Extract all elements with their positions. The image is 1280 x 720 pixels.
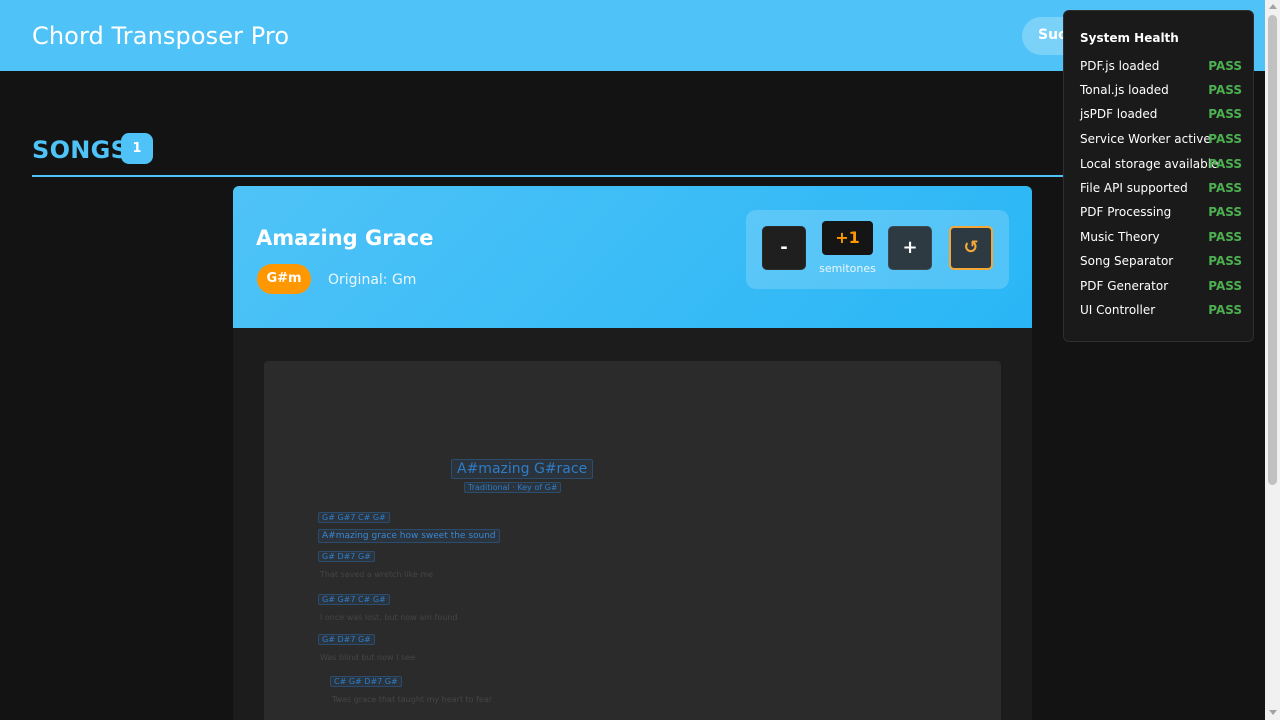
health-check-label: UI Controller: [1080, 303, 1156, 317]
health-row: Local storage available PASS: [1080, 157, 1242, 173]
health-check-status: PASS: [1208, 107, 1242, 121]
health-check-status: PASS: [1208, 254, 1242, 268]
scroll-down-arrow-icon[interactable]: [1269, 710, 1277, 715]
lyric-line: I once was lost, but now am found: [320, 613, 458, 622]
health-check-status: PASS: [1208, 157, 1242, 171]
health-check-status: PASS: [1208, 205, 1242, 219]
song-card: Amazing Grace G#m Original: Gm - +1 semi…: [233, 186, 1032, 720]
health-row: Tonal.js loaded PASS: [1080, 83, 1242, 99]
health-check-status: PASS: [1208, 132, 1242, 146]
health-check-label: Song Separator: [1080, 254, 1174, 268]
system-health-title: System Health: [1080, 31, 1179, 45]
songs-heading: SONGS: [32, 136, 129, 164]
sheet-title: A#mazing G#race: [451, 459, 594, 479]
transpose-up-button[interactable]: +: [888, 226, 932, 270]
reset-icon[interactable]: ↺: [949, 226, 993, 270]
health-row: Song Separator PASS: [1080, 254, 1242, 270]
health-row: UI Controller PASS: [1080, 303, 1242, 319]
app-title: Chord Transposer Pro: [32, 22, 290, 50]
chord-line: C# G# D#7 G#: [330, 676, 402, 687]
health-check-status: PASS: [1208, 83, 1242, 97]
health-check-status: PASS: [1208, 230, 1242, 244]
sheet-preview: A#mazing G#race Traditional · Key of G# …: [264, 361, 1001, 720]
sheet-subtitle: Traditional · Key of G#: [464, 482, 562, 493]
health-row: PDF.js loaded PASS: [1080, 59, 1242, 75]
songs-count-badge: 1: [121, 133, 153, 164]
song-title: Amazing Grace: [256, 226, 434, 250]
health-check-label: PDF.js loaded: [1080, 59, 1160, 73]
health-row: File API supported PASS: [1080, 181, 1242, 197]
lyric-line-highlighted: A#mazing grace how sweet the sound: [318, 529, 500, 543]
health-check-label: jsPDF loaded: [1080, 107, 1158, 121]
song-card-header: Amazing Grace G#m Original: Gm - +1 semi…: [233, 186, 1032, 328]
songs-divider: [32, 175, 1072, 177]
health-check-label: PDF Processing: [1080, 205, 1172, 219]
system-health-panel: System Health PDF.js loaded PASS Tonal.j…: [1063, 10, 1254, 342]
transpose-down-button[interactable]: -: [762, 226, 806, 270]
chord-line: G# D#7 G#: [318, 634, 375, 645]
health-check-label: Local storage available: [1080, 157, 1219, 171]
health-row: PDF Generator PASS: [1080, 279, 1242, 295]
health-check-label: Service Worker active: [1080, 132, 1211, 146]
lyric-line: That saved a wretch like me: [320, 570, 434, 579]
health-check-label: PDF Generator: [1080, 279, 1169, 293]
lyric-line: Twas grace that taught my heart to fear: [332, 695, 493, 704]
scroll-up-arrow-icon[interactable]: [1269, 4, 1277, 9]
health-check-label: Tonal.js loaded: [1080, 83, 1169, 97]
chord-line: G# D#7 G#: [318, 551, 375, 562]
transpose-controls: - +1 semitones + ↺: [746, 210, 1009, 289]
health-check-status: PASS: [1208, 59, 1242, 73]
lyric-line: Was blind but now I see: [320, 653, 416, 662]
page-scrollbar[interactable]: [1265, 0, 1280, 720]
semitones-value: +1: [822, 221, 873, 255]
health-row: Music Theory PASS: [1080, 230, 1242, 246]
health-check-label: Music Theory: [1080, 230, 1160, 244]
health-row: PDF Processing PASS: [1080, 205, 1242, 221]
health-check-status: PASS: [1208, 303, 1242, 317]
semitones-label: semitones: [819, 262, 876, 275]
health-check-status: PASS: [1208, 181, 1242, 195]
scrollbar-thumb[interactable]: [1268, 15, 1277, 485]
chord-line: G# G#7 C# G#: [318, 594, 390, 605]
chord-line: G# G#7 C# G#: [318, 512, 390, 523]
health-check-status: PASS: [1208, 279, 1242, 293]
original-key-label: Original: Gm: [328, 272, 417, 288]
health-row: Service Worker active PASS: [1080, 132, 1242, 148]
health-check-label: File API supported: [1080, 181, 1188, 195]
current-key-badge: G#m: [257, 264, 311, 294]
health-row: jsPDF loaded PASS: [1080, 107, 1242, 123]
